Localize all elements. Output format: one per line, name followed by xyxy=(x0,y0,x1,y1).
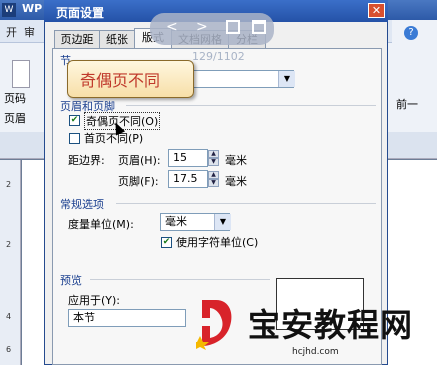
vruler-number: 4 xyxy=(6,312,12,321)
ribbon-tab-review[interactable]: 审 xyxy=(24,24,35,40)
use-char-unit-label[interactable]: 使用字符单位(C) xyxy=(176,234,258,250)
from-edge-label: 距边界: xyxy=(68,154,105,167)
watermark-url: hcjhd.com xyxy=(292,347,339,357)
ribbon-tab-start[interactable]: 开 xyxy=(6,24,17,40)
group-divider xyxy=(126,105,376,106)
group-divider xyxy=(90,279,270,280)
ribbon-header-label: 页眉 xyxy=(4,112,26,125)
preview-group-title: 预览 xyxy=(60,274,82,287)
close-button[interactable]: ✕ xyxy=(368,3,385,18)
app-logo-icon: W xyxy=(2,3,16,17)
tab-paper[interactable]: 纸张 xyxy=(99,30,135,48)
help-icon[interactable]: ? xyxy=(404,26,418,40)
window-icon[interactable] xyxy=(252,20,266,34)
measure-unit-label: 度量单位(M): xyxy=(68,218,134,231)
page-counter: 129/1102 xyxy=(192,50,245,63)
footer-distance-stepper[interactable]: ▲ ▼ xyxy=(208,171,219,187)
group-divider xyxy=(116,203,376,204)
vruler-number: 2 xyxy=(6,180,12,189)
watermark-text: 宝安教程网 xyxy=(248,306,414,344)
general-options-group-title: 常规选项 xyxy=(60,198,104,211)
apply-to-label: 应用于(Y): xyxy=(68,294,121,307)
header-distance-input[interactable]: 15 xyxy=(168,149,208,167)
header-distance-stepper[interactable]: ▲ ▼ xyxy=(208,150,219,166)
apply-to-select[interactable]: 本节 xyxy=(68,309,186,327)
watermark-logo-icon xyxy=(196,300,232,350)
footer-distance-label: 页脚(F): xyxy=(118,175,159,188)
header-distance-label: 页眉(H): xyxy=(118,154,161,167)
footer-unit-label: 毫米 xyxy=(225,175,247,188)
page-number-icon[interactable] xyxy=(12,60,30,88)
tab-margins[interactable]: 页边距 xyxy=(54,30,100,48)
vertical-ruler xyxy=(0,160,21,365)
chevron-down-icon[interactable]: ▼ xyxy=(278,71,295,87)
spin-up-icon[interactable]: ▲ xyxy=(208,171,219,179)
app-name: WP xyxy=(22,2,43,15)
ribbon-previous-label[interactable]: 前一 xyxy=(396,96,418,112)
vruler-number: 2 xyxy=(6,240,12,249)
spin-down-icon[interactable]: ▼ xyxy=(208,158,219,166)
spin-up-icon[interactable]: ▲ xyxy=(208,150,219,158)
header-unit-label: 毫米 xyxy=(225,154,247,167)
vruler-number: 6 xyxy=(6,345,12,354)
ribbon-page-number-label[interactable]: 页码 xyxy=(4,90,26,106)
first-page-checkbox[interactable] xyxy=(69,133,80,144)
save-icon[interactable] xyxy=(226,20,240,34)
dialog-title: 页面设置 xyxy=(56,6,105,20)
chevron-down-icon[interactable]: ▼ xyxy=(214,214,231,230)
spin-down-icon[interactable]: ▼ xyxy=(208,179,219,187)
prev-page-button[interactable]: < xyxy=(166,19,178,35)
next-page-button[interactable]: > xyxy=(196,19,208,35)
callout-text: 奇偶页不同 xyxy=(80,71,161,90)
odd-even-checkbox[interactable]: ✔ xyxy=(69,115,80,126)
footer-distance-input[interactable]: 17.5 xyxy=(168,170,208,188)
use-char-unit-checkbox[interactable]: ✔ xyxy=(161,237,172,248)
